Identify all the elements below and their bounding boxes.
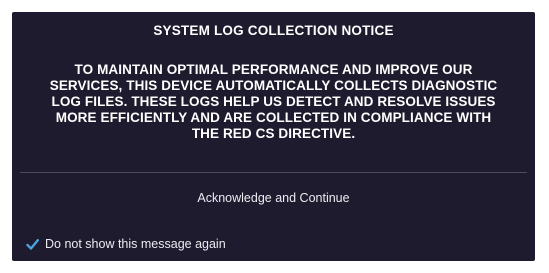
checkbox-label: Do not show this message again <box>45 237 226 251</box>
do-not-show-again-checkbox[interactable]: Do not show this message again <box>26 234 226 254</box>
divider <box>20 172 527 173</box>
message-line: LOG FILES. THESE LOGS HELP US DETECT AND… <box>51 94 496 109</box>
message-line: THE RED CS DIRECTIVE. <box>191 126 356 141</box>
message-line: TO MAINTAIN OPTIMAL PERFORMANCE AND IMPR… <box>74 62 473 77</box>
log-notice-dialog: SYSTEM LOG COLLECTION NOTICE TO MAINTAIN… <box>12 12 535 261</box>
checkmark-icon[interactable] <box>26 238 39 251</box>
message-line: SERVICES, THIS DEVICE AUTOMATICALLY COLL… <box>49 78 498 93</box>
acknowledge-continue-button[interactable]: Acknowledge and Continue <box>20 182 527 214</box>
dialog-message: TO MAINTAIN OPTIMAL PERFORMANCE AND IMPR… <box>26 62 521 142</box>
message-line: MORE EFFICIENTLY AND ARE COLLECTED IN CO… <box>55 110 492 125</box>
dialog-title: SYSTEM LOG COLLECTION NOTICE <box>153 23 394 38</box>
